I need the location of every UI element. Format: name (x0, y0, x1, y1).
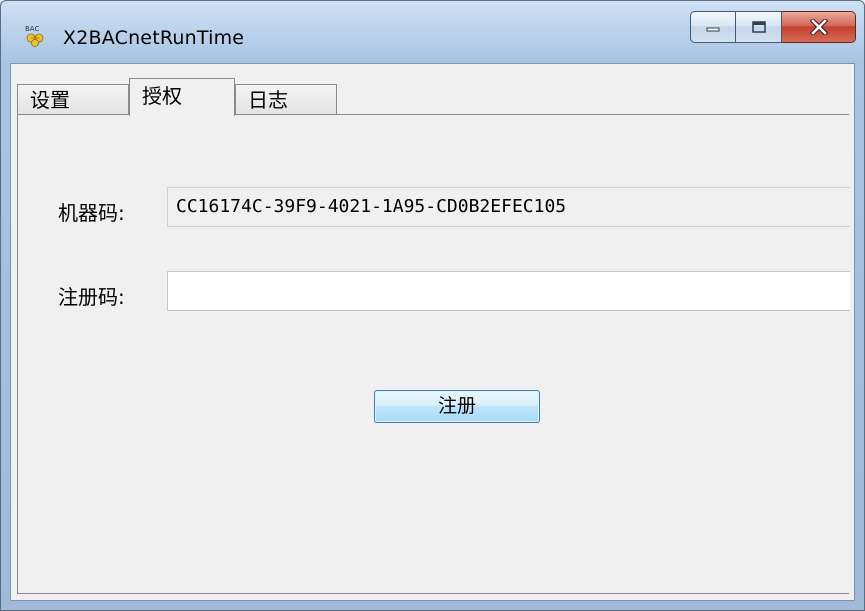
maximize-button[interactable] (736, 11, 782, 43)
maximize-icon (751, 21, 766, 33)
app-window: BAC X2BACnetRunTime 设置 授权 日志 机器码: CC1617… (0, 0, 865, 611)
reg-code-input[interactable] (167, 271, 850, 311)
tab-license-label: 授权 (142, 84, 182, 108)
minimize-icon (706, 27, 720, 32)
tab-settings[interactable]: 设置 (17, 84, 129, 114)
close-button[interactable] (782, 11, 856, 43)
client-area: 设置 授权 日志 机器码: CC16174C-39F9-4021-1A95-CD… (10, 63, 855, 601)
tab-log[interactable]: 日志 (235, 84, 337, 114)
caption-buttons (690, 11, 856, 45)
window-title: X2BACnetRunTime (63, 27, 245, 49)
register-button[interactable]: 注册 (374, 390, 540, 423)
reg-code-label: 注册码: (58, 285, 125, 309)
tab-license[interactable]: 授权 (129, 78, 235, 116)
title-bar[interactable]: BAC X2BACnetRunTime (1, 1, 864, 63)
minimize-button[interactable] (690, 11, 736, 43)
machine-code-field[interactable]: CC16174C-39F9-4021-1A95-CD0B2EFEC105 (167, 187, 850, 227)
close-icon (809, 19, 828, 35)
tab-log-label: 日志 (248, 88, 288, 112)
tab-strip: 设置 授权 日志 (17, 78, 847, 116)
tab-settings-label: 设置 (30, 88, 70, 112)
bacnet-app-icon: BAC (23, 23, 49, 47)
license-panel: 机器码: CC16174C-39F9-4021-1A95-CD0B2EFEC10… (17, 114, 850, 594)
app-icon-text: BAC (25, 25, 39, 33)
machine-code-label: 机器码: (58, 201, 125, 225)
